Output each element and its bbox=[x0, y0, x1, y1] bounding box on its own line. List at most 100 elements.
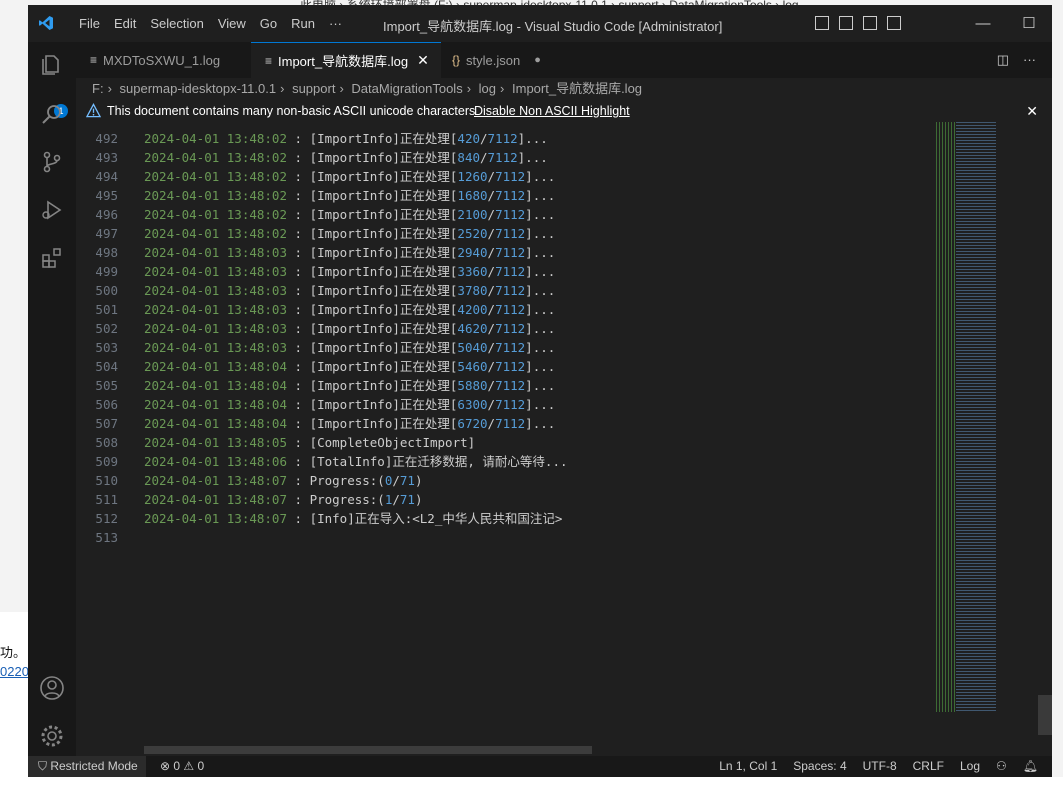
code-line[interactable]: 513 bbox=[76, 528, 936, 547]
copilot-icon[interactable]: ⚇ bbox=[996, 756, 1007, 777]
run-debug-icon[interactable] bbox=[38, 196, 66, 224]
tab-style-json[interactable]: {} style.json ● bbox=[452, 42, 582, 78]
code-line[interactable]: 504 2024-04-01 13:48:04 : [ImportInfo]正在处… bbox=[76, 357, 936, 376]
code-line[interactable]: 496 2024-04-01 13:48:02 : [ImportInfo]正在处… bbox=[76, 205, 936, 224]
minimap[interactable] bbox=[936, 122, 1052, 756]
split-editor-icon[interactable]: ◫ bbox=[997, 52, 1009, 68]
menu-run[interactable]: Run bbox=[284, 16, 322, 31]
separator: : bbox=[287, 245, 310, 260]
indentation[interactable]: Spaces: 4 bbox=[793, 756, 846, 777]
extensions-icon[interactable] bbox=[38, 244, 66, 272]
more-actions-icon[interactable]: ··· bbox=[1023, 52, 1036, 68]
title-bar: File Edit Selection View Go Run ··· Impo… bbox=[28, 5, 1052, 42]
code-line[interactable]: 497 2024-04-01 13:48:02 : [ImportInfo]正在处… bbox=[76, 224, 936, 243]
menu-more[interactable]: ··· bbox=[322, 16, 349, 31]
code-line[interactable]: 494 2024-04-01 13:48:02 : [ImportInfo]正在处… bbox=[76, 167, 936, 186]
code-line[interactable]: 499 2024-04-01 13:48:03 : [ImportInfo]正在处… bbox=[76, 262, 936, 281]
line-number: 498 bbox=[95, 245, 118, 260]
message-suffix: ]... bbox=[525, 359, 556, 374]
progress-total: 7112 bbox=[495, 397, 526, 412]
menu-selection[interactable]: Selection bbox=[143, 16, 210, 31]
toggle-primary-sidebar-icon[interactable] bbox=[815, 16, 829, 30]
code-line[interactable]: 511 2024-04-01 13:48:07 : Progress:(1/71) bbox=[76, 490, 936, 509]
code-line[interactable]: 505 2024-04-01 13:48:04 : [ImportInfo]正在处… bbox=[76, 376, 936, 395]
horizontal-scrollbar[interactable] bbox=[144, 746, 592, 754]
source-control-icon[interactable] bbox=[38, 148, 66, 176]
close-tab-icon[interactable]: ✕ bbox=[417, 52, 429, 69]
notifications-bell-icon[interactable]: 🔔︎ bbox=[1023, 756, 1038, 777]
status-right: Ln 1, Col 1 Spaces: 4 UTF-8 CRLF Log ⚇ 🔔… bbox=[719, 756, 1038, 777]
message-text: [ImportInfo]正在处理[ bbox=[309, 131, 458, 146]
breadcrumb-item-log[interactable]: log bbox=[479, 81, 496, 96]
message-suffix: ]... bbox=[525, 321, 556, 336]
line-content: 2024-04-01 13:48:02 : [ImportInfo]正在处理[1… bbox=[144, 186, 555, 205]
code-line[interactable]: 493 2024-04-01 13:48:02 : [ImportInfo]正在处… bbox=[76, 148, 936, 167]
problems-indicator[interactable]: ⊗ 0 ⚠ 0 bbox=[160, 756, 204, 777]
maximize-button[interactable]: ☐ bbox=[1006, 5, 1052, 42]
progress-current: 6720 bbox=[457, 416, 488, 431]
minimap-text bbox=[956, 122, 996, 712]
breadcrumb-item-support[interactable]: support bbox=[292, 81, 335, 96]
code-line[interactable]: 492 2024-04-01 13:48:02 : [ImportInfo]正在处… bbox=[76, 129, 936, 148]
toggle-secondary-sidebar-icon[interactable] bbox=[863, 16, 877, 30]
line-ending[interactable]: CRLF bbox=[913, 756, 944, 777]
toggle-panel-icon[interactable] bbox=[839, 16, 853, 30]
tab-label: MXDToSXWU_1.log bbox=[103, 52, 221, 68]
code-line[interactable]: 503 2024-04-01 13:48:03 : [ImportInfo]正在处… bbox=[76, 338, 936, 357]
breadcrumb-item-drive[interactable]: F: bbox=[92, 81, 104, 96]
slash: / bbox=[487, 359, 496, 374]
unsaved-dot-icon[interactable]: ● bbox=[534, 54, 541, 66]
line-content: 2024-04-01 13:48:04 : [ImportInfo]正在处理[5… bbox=[144, 357, 555, 376]
line-number: 502 bbox=[95, 321, 118, 336]
progress-total: 7112 bbox=[495, 416, 526, 431]
language-mode[interactable]: Log bbox=[960, 756, 980, 777]
restricted-mode-indicator[interactable]: ⛉ Restricted Mode bbox=[28, 756, 146, 777]
menu-view[interactable]: View bbox=[211, 16, 253, 31]
vertical-scrollbar[interactable] bbox=[1038, 695, 1052, 735]
code-line[interactable]: 498 2024-04-01 13:48:03 : [ImportInfo]正在处… bbox=[76, 243, 936, 262]
separator: : bbox=[287, 473, 310, 488]
code-line[interactable]: 500 2024-04-01 13:48:03 : [ImportInfo]正在处… bbox=[76, 281, 936, 300]
separator: : bbox=[287, 131, 310, 146]
menu-edit[interactable]: Edit bbox=[107, 16, 143, 31]
line-number: 497 bbox=[95, 226, 118, 241]
line-number: 509 bbox=[95, 454, 118, 469]
tab-import-log[interactable]: ≡ Import_导航数据库.log ✕ bbox=[251, 42, 441, 78]
breadcrumb-item-datamigrationtools[interactable]: DataMigrationTools bbox=[351, 81, 462, 96]
code-line[interactable]: 512 2024-04-01 13:48:07 : [Info]正在导入:<L2_… bbox=[76, 509, 936, 528]
customize-layout-icon[interactable] bbox=[887, 16, 901, 30]
timestamp: 2024-04-01 13:48:02 bbox=[144, 207, 287, 222]
breadcrumb-item-supermap[interactable]: supermap-idesktopx-11.0.1 bbox=[120, 81, 277, 96]
line-number: 501 bbox=[95, 302, 118, 317]
cursor-position[interactable]: Ln 1, Col 1 bbox=[719, 756, 777, 777]
code-line[interactable]: 502 2024-04-01 13:48:03 : [ImportInfo]正在处… bbox=[76, 319, 936, 338]
code-line[interactable]: 509 2024-04-01 13:48:06 : [TotalInfo]正在迁移… bbox=[76, 452, 936, 471]
banner-close-icon[interactable]: ✕ bbox=[1026, 100, 1038, 122]
activity-bar: 1 bbox=[28, 42, 76, 756]
settings-gear-icon[interactable] bbox=[38, 722, 66, 750]
breadcrumb-item-file[interactable]: Import_导航数据库.log bbox=[512, 81, 642, 96]
search-icon[interactable] bbox=[38, 100, 66, 128]
minimize-button[interactable]: — bbox=[960, 5, 1006, 42]
disable-highlight-link[interactable]: Disable Non ASCII Highlight bbox=[474, 100, 630, 122]
encoding[interactable]: UTF-8 bbox=[863, 756, 897, 777]
explorer-icon[interactable] bbox=[38, 50, 66, 78]
background-link[interactable]: 0220 bbox=[0, 664, 29, 679]
slash: / bbox=[487, 302, 496, 317]
code-line[interactable]: 510 2024-04-01 13:48:07 : Progress:(0/71) bbox=[76, 471, 936, 490]
code-line[interactable]: 506 2024-04-01 13:48:04 : [ImportInfo]正在处… bbox=[76, 395, 936, 414]
code-line[interactable]: 495 2024-04-01 13:48:02 : [ImportInfo]正在处… bbox=[76, 186, 936, 205]
progress-current: 5040 bbox=[457, 340, 488, 355]
separator: : bbox=[287, 188, 310, 203]
slash: / bbox=[487, 397, 496, 412]
account-icon[interactable] bbox=[38, 674, 66, 702]
menu-go[interactable]: Go bbox=[253, 16, 284, 31]
editor-area[interactable]: 492 2024-04-01 13:48:02 : [ImportInfo]正在处… bbox=[76, 122, 936, 756]
code-line[interactable]: 508 2024-04-01 13:48:05 : [CompleteObject… bbox=[76, 433, 936, 452]
menu-file[interactable]: File bbox=[72, 16, 107, 31]
code-line[interactable]: 501 2024-04-01 13:48:03 : [ImportInfo]正在处… bbox=[76, 300, 936, 319]
separator: : bbox=[287, 416, 310, 431]
code-line[interactable]: 507 2024-04-01 13:48:04 : [ImportInfo]正在处… bbox=[76, 414, 936, 433]
tab-mxdtosxwu-log[interactable]: ≡ MXDToSXWU_1.log bbox=[90, 42, 246, 78]
slash: / bbox=[487, 340, 496, 355]
